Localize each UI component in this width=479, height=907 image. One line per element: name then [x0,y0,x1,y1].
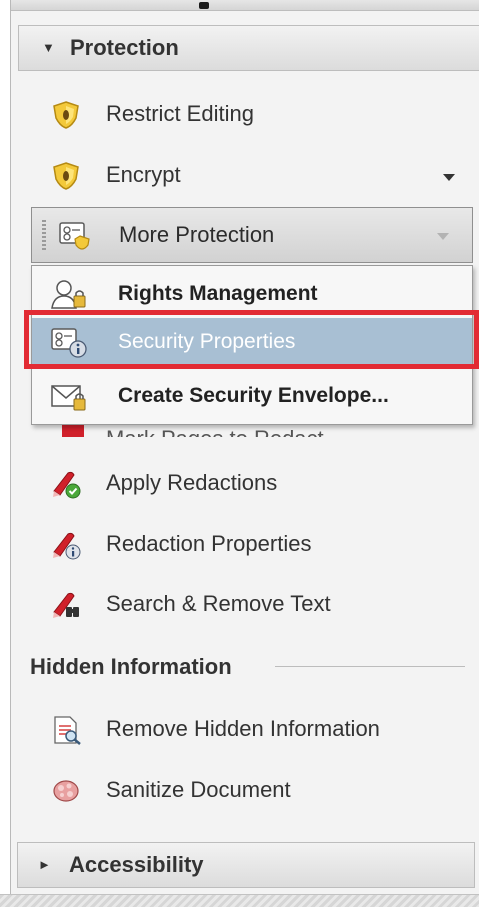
apply-redactions-item[interactable]: Apply Redactions [40,463,460,503]
certificate-lock-icon [59,222,90,250]
more-protection-button[interactable]: More Protection [31,207,473,263]
sanitize-document-item[interactable]: Sanitize Document [40,770,460,810]
redaction-search-icon [53,592,79,618]
more-protection-label: More Protection [119,222,275,247]
restrict-editing-item[interactable]: Restrict Editing [40,94,460,134]
group-divider [275,666,465,667]
section-label: Accessibility [69,852,204,877]
redaction-check-icon [53,471,81,499]
accessibility-section-header[interactable]: ► Accessibility [17,842,475,888]
panel-top-bar [11,0,479,11]
envelope-lock-icon [51,385,86,411]
item-label: Remove Hidden Information [106,716,380,741]
sanitize-icon [53,780,79,802]
menu-item-create-security-envelope[interactable]: Create Security Envelope... [32,372,472,420]
mark-redact-icon [62,425,84,437]
protection-section-header[interactable]: ▼ Protection [18,25,479,71]
shield-icon [53,162,79,190]
remove-hidden-info-icon [54,716,81,745]
collapsed-triangle-icon: ► [38,857,51,872]
item-label: Restrict Editing [106,101,254,126]
item-label: Sanitize Document [106,777,291,802]
chevron-down-icon [437,233,449,240]
grip-handle [42,220,46,250]
user-lock-icon [51,280,86,309]
redaction-info-icon [53,532,81,560]
item-label: Search & Remove Text [106,591,331,616]
shield-icon [53,101,79,129]
hidden-information-title: Hidden Information [30,654,232,679]
item-label: Apply Redactions [106,470,278,495]
section-label: Protection [70,35,179,60]
remove-hidden-information-item[interactable]: Remove Hidden Information [40,709,460,749]
search-and-remove-text-item[interactable]: Search & Remove Text [40,584,460,624]
panel-bottom-strip [0,894,479,907]
menu-item-label: Create Security Envelope... [118,384,389,407]
expanded-triangle-icon: ▼ [42,40,55,55]
menu-item-label: Rights Management [118,282,318,305]
item-label: Encrypt [106,162,181,187]
encrypt-dropdown-arrow-icon[interactable] [443,174,455,181]
highlight-annotation-box [24,310,479,369]
item-label: Redaction Properties [106,531,312,556]
encrypt-item[interactable]: Encrypt [40,155,460,195]
redaction-properties-item[interactable]: Redaction Properties [40,524,460,564]
